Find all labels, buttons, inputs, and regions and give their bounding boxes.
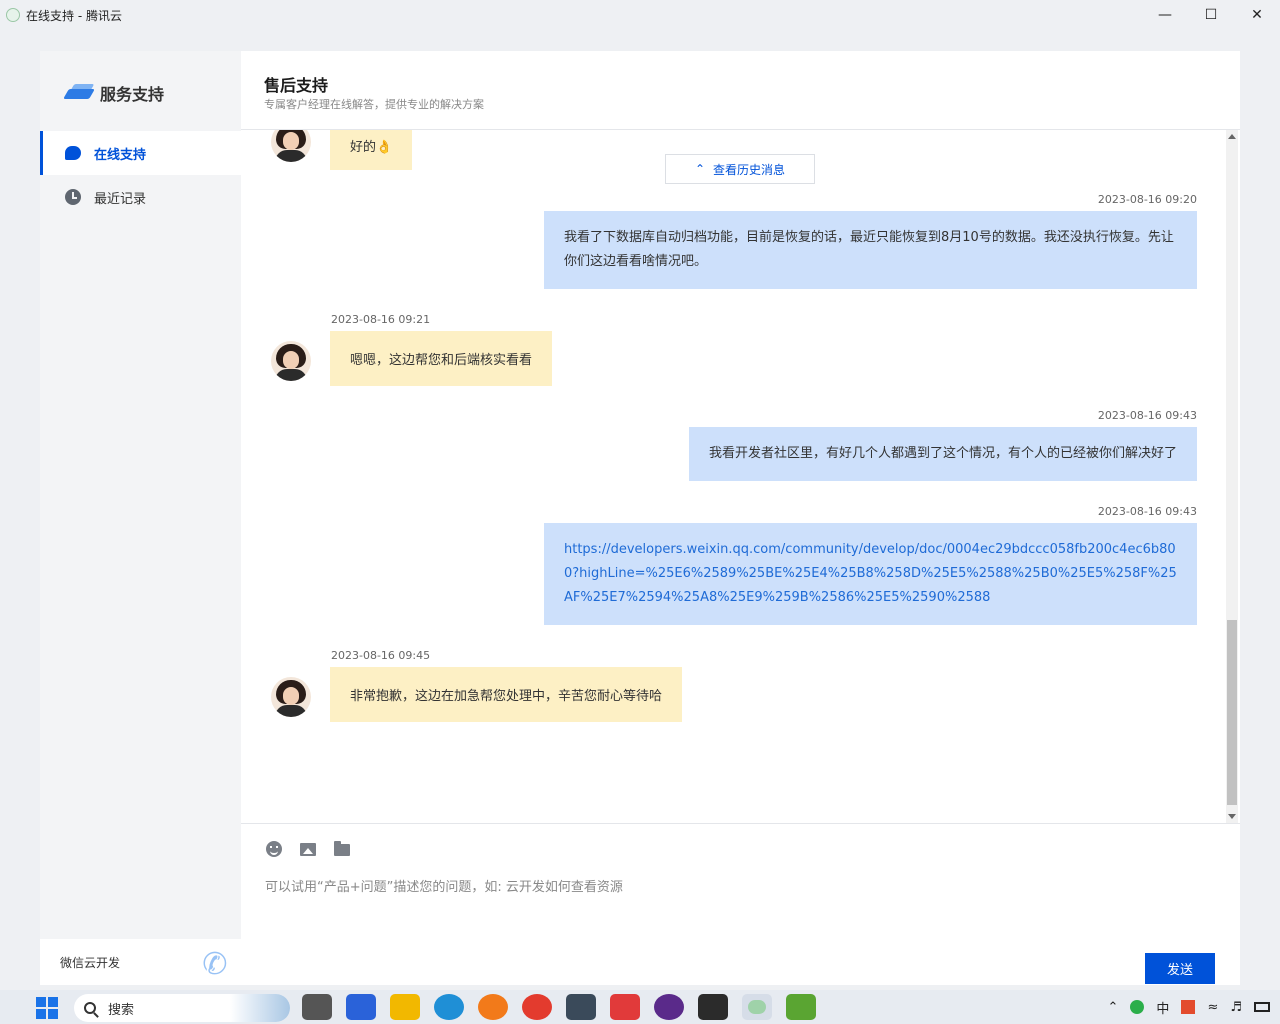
app-window: 服务支持 在线支持 最近记录 微信云开发 ✆ 售后支持 专属客户经理在线解答，提…	[40, 51, 1240, 985]
view-history-label: 查看历史消息	[713, 162, 786, 177]
search-decoration	[230, 994, 290, 1022]
scrollbar-thumb[interactable]	[1227, 620, 1237, 805]
wifi-icon[interactable]: ≈	[1207, 1000, 1218, 1015]
file-explorer-icon[interactable]	[390, 994, 420, 1020]
close-icon[interactable]: ✕	[1234, 0, 1280, 30]
user-link-message-bubble[interactable]: https://developers.weixin.qq.com/communi…	[544, 523, 1197, 625]
message-timestamp: 2023-08-16 09:43	[1097, 409, 1197, 422]
wechat-tray-icon[interactable]	[1130, 1000, 1145, 1014]
sidebar-item-label: 最近记录	[94, 191, 147, 207]
chat-bubble-icon	[64, 144, 82, 162]
window-title: 在线支持 - 腾讯云	[26, 8, 122, 23]
page-title: 售后支持	[264, 76, 329, 95]
taskbar-search-label: 搜索	[108, 1002, 135, 1018]
chevron-up-icon: ⌃	[694, 162, 706, 176]
app-orange-icon[interactable]	[478, 994, 508, 1020]
agent-avatar	[271, 677, 311, 717]
agent-message-bubble: 非常抱歉，这边在加急帮您处理中，辛苦您耐心等待哈	[330, 667, 683, 722]
volume-icon[interactable]: ♬	[1230, 1000, 1242, 1015]
terminal-icon[interactable]	[698, 994, 728, 1020]
user-message-bubble: 我看了下数据库自动归档功能，目前是恢复的话，最近只能恢复到8月10号的数据。我还…	[544, 211, 1197, 289]
wechat-icon[interactable]	[742, 994, 772, 1020]
agent-avatar	[271, 130, 311, 162]
chevron-up-icon[interactable]: ⌃	[1108, 1000, 1119, 1015]
image-icon	[300, 842, 316, 856]
search-icon	[84, 1002, 96, 1014]
page-subtitle: 专属客户经理在线解答，提供专业的解决方案	[264, 98, 484, 111]
agent-avatar	[271, 341, 311, 381]
panel-header: 售后支持 专属客户经理在线解答，提供专业的解决方案	[241, 51, 1240, 130]
agent-message-bubble: 好的👌	[330, 130, 413, 170]
user-message-bubble: 我看开发者社区里，有好几个人都遇到了这个情况，有个人的已经被你们解决好了	[688, 427, 1197, 481]
window-controls: — ☐ ✕	[1142, 0, 1280, 30]
chrome-icon[interactable]	[522, 994, 552, 1020]
file-button[interactable]	[333, 840, 351, 858]
message-timestamp: 2023-08-16 09:20	[1097, 193, 1197, 206]
app-logo-icon	[6, 8, 20, 22]
message-composer: 发送	[241, 823, 1240, 985]
taskbar-search[interactable]: 搜索	[74, 994, 290, 1022]
image-button[interactable]	[299, 840, 317, 858]
main-panel: 售后支持 专属客户经理在线解答，提供专业的解决方案 好的👌 ⌃ 查看历史消息 2…	[241, 51, 1240, 985]
clock-icon	[64, 188, 82, 206]
scroll-up-icon[interactable]	[1228, 134, 1236, 139]
system-tray: ⌃ 中 ≈ ♬	[1108, 994, 1270, 1020]
brand: 服务支持	[63, 79, 165, 107]
view-history-button[interactable]: ⌃ 查看历史消息	[665, 154, 815, 184]
sidebar-item-label: 在线支持	[94, 147, 147, 163]
wps-icon[interactable]	[610, 994, 640, 1020]
composer-toolbar	[265, 840, 351, 858]
maximize-icon[interactable]: ☐	[1188, 0, 1234, 30]
chat-scrollbar[interactable]	[1226, 130, 1238, 823]
edge-icon[interactable]	[434, 994, 464, 1020]
promo-label: 微信云开发	[60, 955, 121, 970]
phone-icon: ✆	[202, 947, 228, 982]
sidebar-item-recent-records[interactable]: 最近记录	[40, 175, 241, 219]
ime-indicator[interactable]: 中	[1156, 998, 1169, 1017]
task-view-icon[interactable]	[302, 994, 332, 1020]
sidebar: 服务支持 在线支持 最近记录 微信云开发 ✆	[40, 51, 241, 985]
folder-icon	[334, 841, 350, 856]
window-titlebar: 在线支持 - 腾讯云 — ☐ ✕	[0, 0, 1280, 30]
brand-logo-icon	[63, 81, 96, 105]
message-timestamp: 2023-08-16 09:45	[331, 649, 431, 662]
message-input[interactable]	[265, 876, 1205, 936]
battery-icon[interactable]	[1254, 1002, 1270, 1012]
message-timestamp: 2023-08-16 09:43	[1097, 505, 1197, 518]
send-button[interactable]: 发送	[1145, 953, 1215, 984]
agent-message-bubble: 嗯嗯，这边帮您和后端核实看看	[330, 331, 553, 386]
app-green-icon[interactable]	[786, 994, 816, 1020]
sogou-icon[interactable]	[1181, 1000, 1196, 1014]
taskbar-apps	[302, 994, 816, 1020]
promo-banner[interactable]: 微信云开发 ✆	[40, 939, 241, 985]
scroll-down-icon[interactable]	[1228, 814, 1236, 819]
sidebar-item-online-support[interactable]: 在线支持	[40, 131, 241, 175]
emoji-button[interactable]	[265, 840, 283, 858]
message-timestamp: 2023-08-16 09:21	[331, 313, 431, 326]
emoji-icon	[266, 841, 282, 857]
app-monitor-icon[interactable]	[566, 994, 596, 1020]
chat-message-list[interactable]: 好的👌 ⌃ 查看历史消息 2023-08-16 09:20 我看了下数据库自动归…	[241, 130, 1240, 823]
brand-title: 服务支持	[100, 85, 165, 104]
app-blue-icon[interactable]	[346, 994, 376, 1020]
app-purple-icon[interactable]	[654, 994, 684, 1020]
os-taskbar: 搜索 ⌃ 中 ≈ ♬	[0, 990, 1280, 1024]
windows-start-icon[interactable]	[36, 997, 58, 1019]
minimize-icon[interactable]: —	[1142, 0, 1188, 30]
